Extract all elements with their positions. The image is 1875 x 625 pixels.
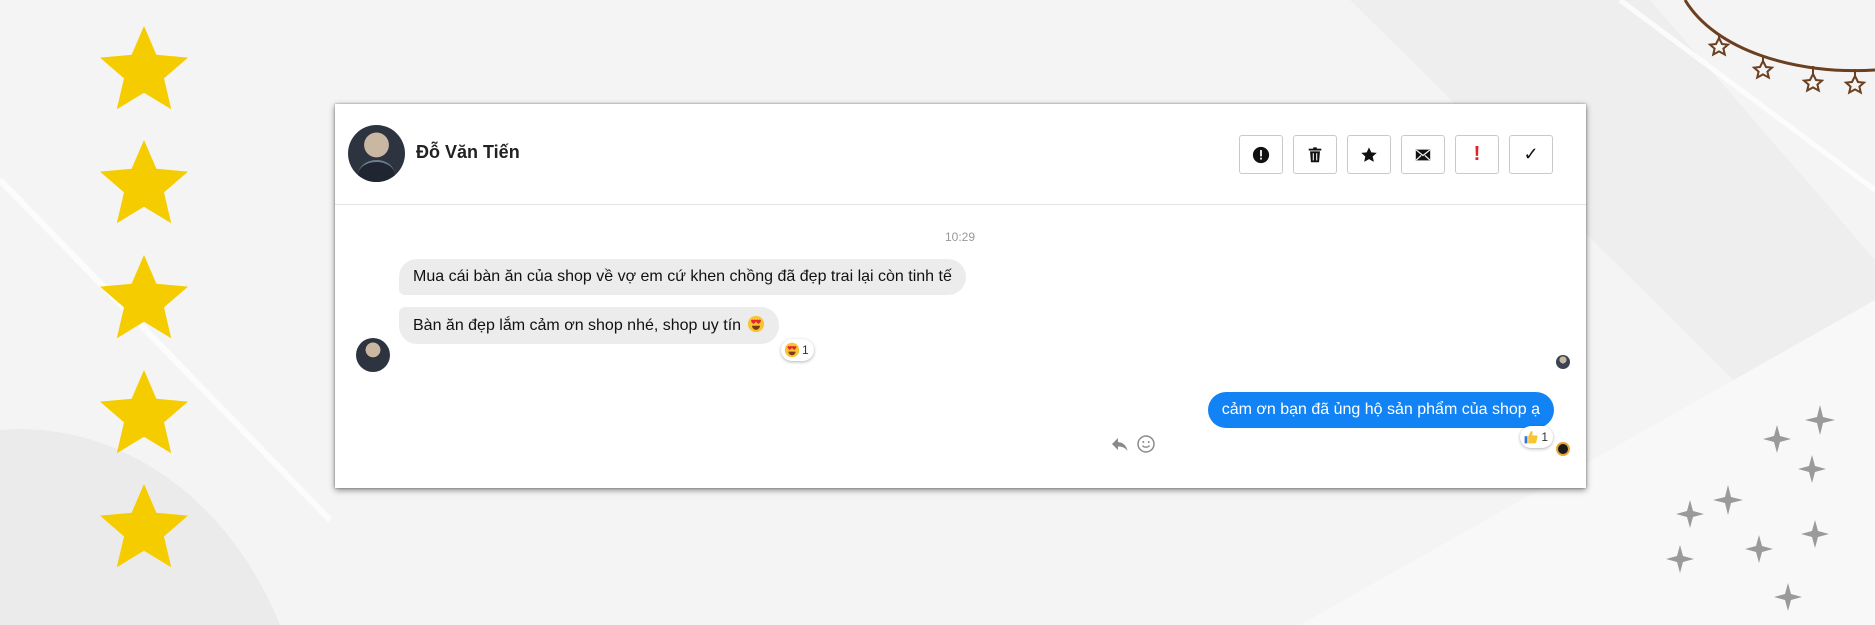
star-icon [100, 140, 188, 224]
sparkles-decoration [1666, 405, 1835, 611]
seen-avatar [1556, 355, 1570, 369]
delete-button[interactable] [1293, 135, 1337, 174]
heart-eyes-emoji-icon [748, 315, 765, 333]
mark-important-button[interactable]: ! [1455, 135, 1499, 174]
chat-window: Đỗ Văn Tiến ! ✓ 10:29 Mua cái bàn ăn của… [335, 104, 1586, 488]
mail-icon [1415, 149, 1431, 160]
message-reaction[interactable]: 1 [1520, 426, 1553, 448]
report-button[interactable] [1239, 135, 1283, 174]
reaction-count: 1 [1541, 430, 1548, 444]
star-icon [1361, 146, 1377, 162]
incoming-message[interactable]: Mua cái bàn ăn của shop về vợ em cứ khen… [399, 259, 966, 295]
hanging-stars-decoration [1683, 0, 1875, 95]
emoji-react-icon[interactable] [1136, 434, 1156, 454]
trash-icon [1308, 146, 1322, 162]
message-reaction[interactable]: 1 [781, 339, 814, 361]
message-actions [1110, 434, 1156, 454]
seen-avatar [1556, 442, 1570, 456]
message-text: Mua cái bàn ăn của shop về vợ em cứ khen… [413, 268, 952, 285]
message-text: Bàn ăn đẹp lắm cảm ơn shop nhé, shop uy … [413, 317, 742, 334]
mark-unread-button[interactable] [1401, 135, 1445, 174]
contact-avatar[interactable] [348, 125, 405, 182]
outgoing-message[interactable]: cảm ơn bạn đã ủng hộ sản phẩm của shop ạ [1207, 392, 1554, 428]
star-icon [100, 26, 188, 110]
star-icon [100, 255, 188, 339]
contact-name[interactable]: Đỗ Văn Tiến [416, 142, 520, 163]
favorite-button[interactable] [1347, 135, 1391, 174]
star-icon [100, 484, 188, 568]
mark-done-button[interactable]: ✓ [1509, 135, 1553, 174]
thumbs-up-emoji-icon [1524, 431, 1538, 444]
star-icon [100, 370, 188, 454]
reply-icon[interactable] [1110, 434, 1130, 454]
chat-header: Đỗ Văn Tiến ! ✓ [335, 104, 1586, 205]
heart-eyes-emoji-icon [784, 342, 800, 358]
message-text: cảm ơn bạn đã ủng hộ sản phẩm của shop ạ [1221, 401, 1540, 418]
alert-circle-icon [1252, 146, 1270, 163]
chat-toolbar: ! ✓ [1239, 135, 1553, 174]
message-timestamp: 10:29 [945, 230, 976, 244]
sender-avatar[interactable] [356, 338, 390, 372]
incoming-message[interactable]: Bàn ăn đẹp lắm cảm ơn shop nhé, shop uy … [399, 307, 780, 344]
reaction-count: 1 [802, 343, 809, 357]
